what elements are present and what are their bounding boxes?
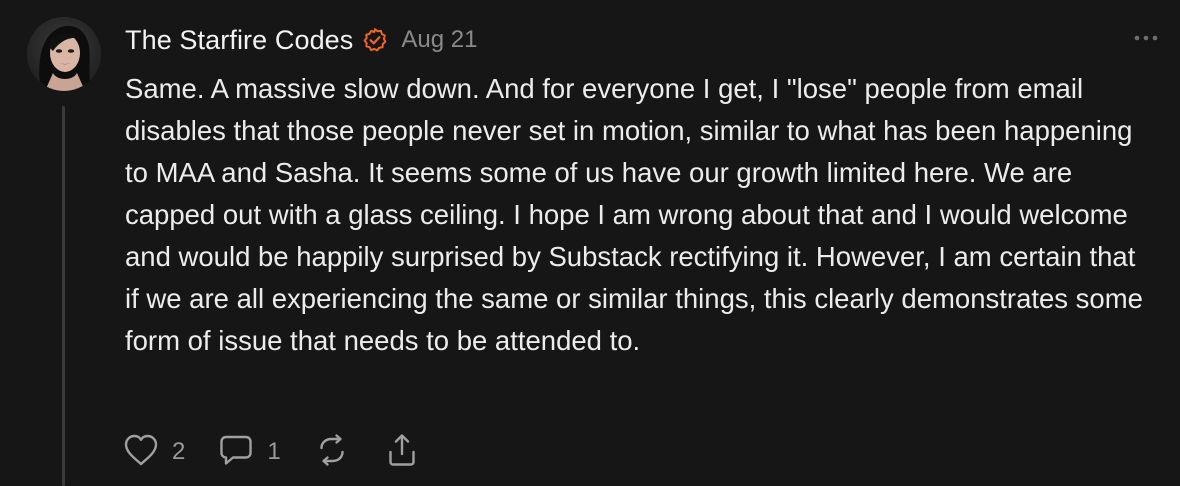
comment-date[interactable]: Aug 21: [401, 26, 477, 54]
comment-body: Same. A massive slow down. And for every…: [125, 73, 1143, 356]
restack-button[interactable]: [313, 432, 351, 473]
like-button[interactable]: 2: [122, 432, 185, 473]
reply-button[interactable]: 1: [217, 432, 281, 473]
thread-line: [62, 106, 65, 486]
avatar-image: [27, 17, 101, 91]
share-button[interactable]: [383, 432, 421, 473]
restack-icon: [313, 432, 351, 473]
comment-header: The Starfire Codes Aug 21: [125, 20, 477, 60]
reply-count: 1: [267, 438, 281, 465]
like-count: 2: [172, 438, 186, 465]
comment: The Starfire Codes Aug 21 Same. A massiv…: [0, 0, 1180, 486]
author-name[interactable]: The Starfire Codes: [125, 25, 353, 56]
share-icon: [383, 432, 421, 473]
heart-icon: [122, 432, 160, 473]
verified-badge-icon: [362, 27, 388, 53]
more-dots-icon[interactable]: [1132, 28, 1160, 48]
avatar[interactable]: [27, 17, 101, 91]
comment-actions: 2 1: [122, 432, 453, 472]
speech-bubble-icon: [217, 432, 255, 473]
